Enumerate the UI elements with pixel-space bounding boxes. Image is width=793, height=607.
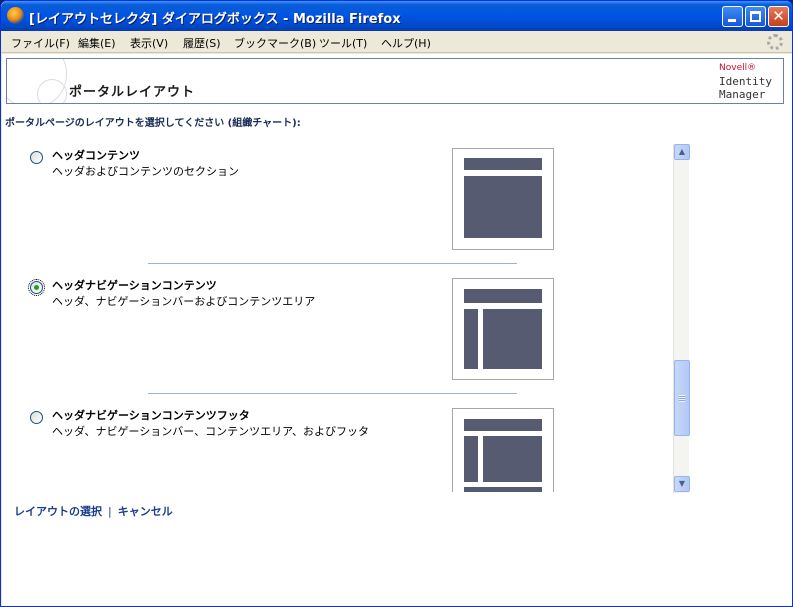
layout-thumbnail[interactable] bbox=[452, 278, 554, 380]
menu-file[interactable]: ファイル(F) bbox=[11, 35, 70, 51]
cancel-link[interactable]: キャンセル bbox=[118, 505, 173, 518]
scroll-down-button[interactable]: ▼ bbox=[674, 476, 690, 492]
minimize-icon bbox=[728, 19, 736, 22]
action-links: レイアウトの選択 | キャンセル bbox=[14, 503, 173, 519]
layout-header-block bbox=[464, 158, 542, 170]
layout-thumbnail[interactable] bbox=[452, 408, 554, 492]
layout-content-block bbox=[464, 176, 542, 238]
menu-help[interactable]: ヘルプ(H) bbox=[381, 35, 431, 51]
novell-logo: Novell® bbox=[719, 63, 757, 73]
layout-header-block bbox=[464, 289, 542, 303]
layout-prompt: ポータルページのレイアウトを選択してください (組織チャート): bbox=[5, 118, 301, 129]
close-icon: ✕ bbox=[772, 7, 785, 25]
option-description: ヘッダおよびコンテンツのセクション bbox=[52, 165, 239, 178]
menu-history[interactable]: 履歴(S) bbox=[183, 35, 221, 51]
layout-option-header-content: ヘッダコンテンツ ヘッダおよびコンテンツのセクション bbox=[2, 146, 662, 256]
menu-bar: ファイル(F) 編集(E) 表示(V) 履歴(S) ブックマーク(B) ツール(… bbox=[1, 31, 792, 53]
firefox-icon bbox=[7, 7, 24, 24]
layout-header-block bbox=[464, 419, 542, 431]
window-title: [レイアウトセレクタ] ダイアログボックス - Mozilla Firefox bbox=[29, 12, 401, 27]
brand-manager: Manager bbox=[719, 88, 766, 101]
layout-footer-block bbox=[464, 487, 542, 492]
radio-header-nav-content[interactable] bbox=[28, 279, 45, 296]
option-divider bbox=[148, 393, 517, 394]
option-description: ヘッダ、ナビゲーションバーおよびコンテンツエリア bbox=[52, 295, 316, 308]
radio-header-nav-content-footer[interactable] bbox=[30, 411, 43, 424]
radio-header-content[interactable] bbox=[30, 151, 43, 164]
title-bar[interactable]: [レイアウトセレクタ] ダイアログボックス - Mozilla Firefox … bbox=[1, 1, 792, 31]
layout-nav-block bbox=[464, 309, 478, 369]
layout-option-header-nav-content: ヘッダナビゲーションコンテンツ ヘッダ、ナビゲーションバーおよびコンテンツエリア bbox=[2, 276, 662, 386]
throbber-icon bbox=[767, 34, 783, 50]
menu-edit[interactable]: 編集(E) bbox=[78, 35, 116, 51]
portal-header: ポータルレイアウト Novell® Identity Manager bbox=[6, 58, 784, 104]
maximize-icon bbox=[750, 11, 761, 22]
layout-option-header-nav-content-footer: ヘッダナビゲーションコンテンツフッタ ヘッダ、ナビゲーションバー、コンテンツエリ… bbox=[2, 406, 662, 492]
puzzle-decoration-icon bbox=[37, 79, 67, 103]
option-title: ヘッダナビゲーションコンテンツ bbox=[52, 279, 217, 292]
vertical-scrollbar[interactable]: ▲ ▼ bbox=[673, 144, 690, 493]
scroll-thumb[interactable] bbox=[674, 360, 690, 436]
menu-tools[interactable]: ツール(T) bbox=[319, 35, 367, 51]
layout-content-block bbox=[483, 436, 542, 482]
browser-window: [レイアウトセレクタ] ダイアログボックス - Mozilla Firefox … bbox=[0, 0, 793, 607]
scroll-up-button[interactable]: ▲ bbox=[674, 144, 690, 160]
page-title: ポータルレイアウト bbox=[69, 85, 196, 100]
close-button[interactable]: ✕ bbox=[768, 6, 789, 27]
option-title: ヘッダコンテンツ bbox=[52, 149, 140, 162]
grip-icon bbox=[679, 395, 685, 402]
brand-identity: Identity bbox=[719, 75, 772, 88]
minimize-button[interactable] bbox=[722, 6, 743, 27]
link-separator: | bbox=[108, 505, 112, 518]
layout-content-block bbox=[483, 309, 542, 369]
page-content: ポータルレイアウト Novell® Identity Manager ポータルペ… bbox=[2, 54, 792, 606]
maximize-button[interactable] bbox=[745, 6, 766, 27]
layout-thumbnail[interactable] bbox=[452, 148, 554, 250]
menu-view[interactable]: 表示(V) bbox=[130, 35, 168, 51]
option-title: ヘッダナビゲーションコンテンツフッタ bbox=[52, 409, 250, 422]
menu-bookmarks[interactable]: ブックマーク(B) bbox=[234, 35, 316, 51]
option-divider bbox=[148, 263, 517, 264]
layout-nav-block bbox=[464, 436, 478, 482]
select-layout-link[interactable]: レイアウトの選択 bbox=[14, 505, 102, 518]
option-description: ヘッダ、ナビゲーションバー、コンテンツエリア、およびフッタ bbox=[52, 425, 370, 438]
